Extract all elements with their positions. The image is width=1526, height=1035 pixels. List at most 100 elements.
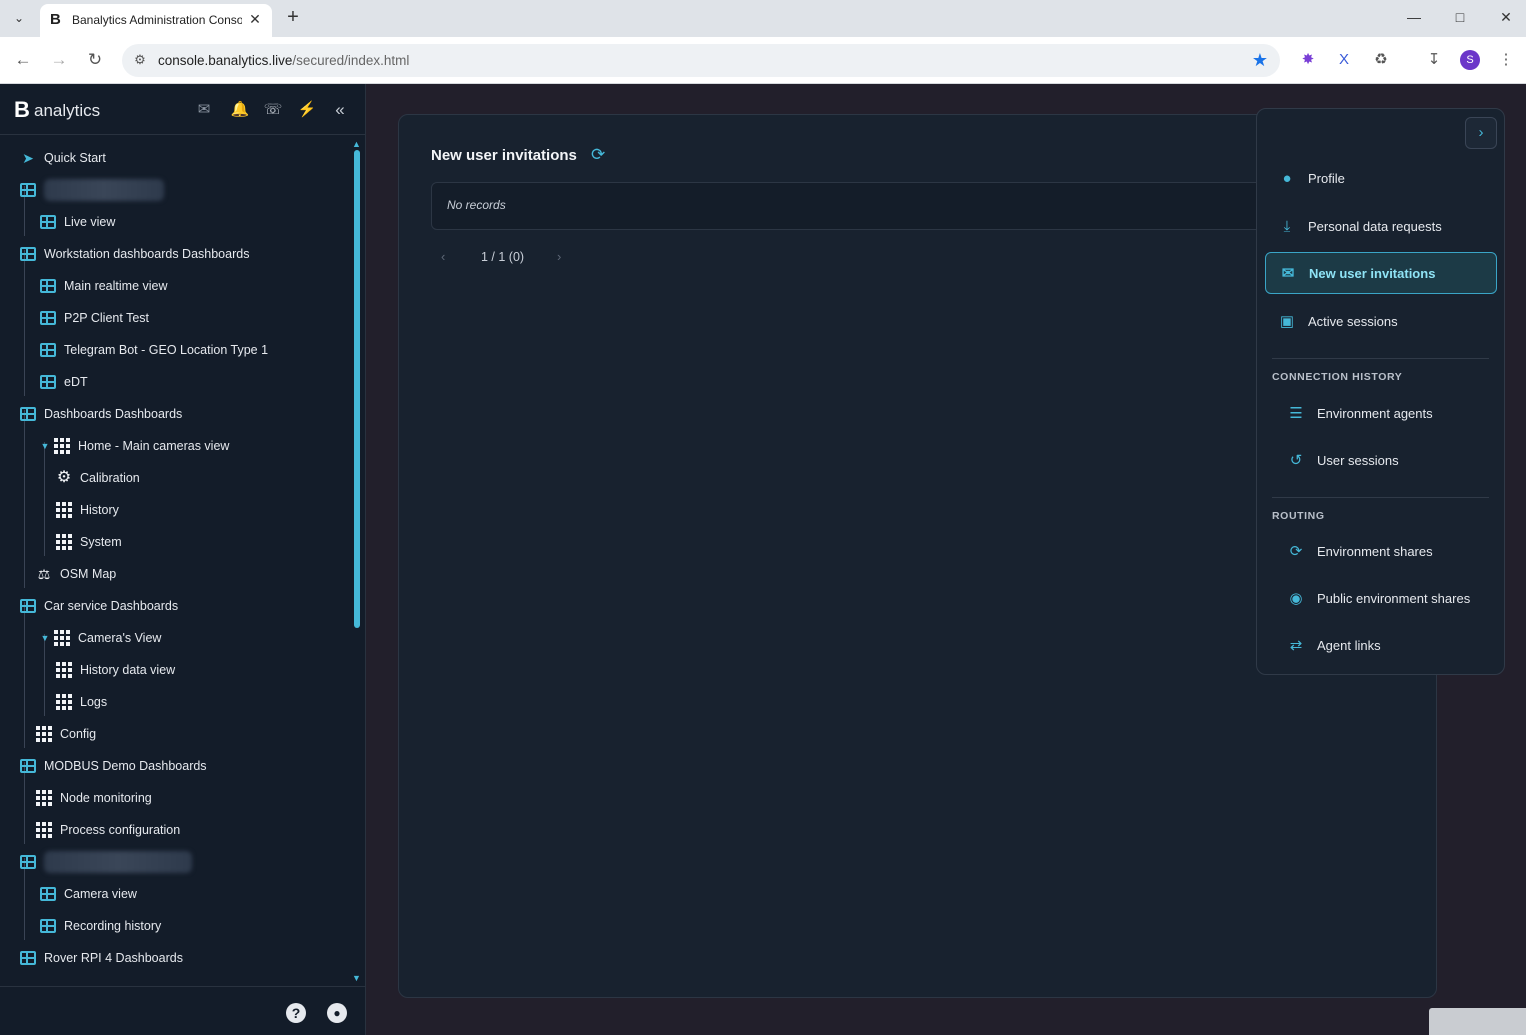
tree-item-home-main-cameras[interactable]: ▼ Home - Main cameras view [40,432,229,460]
scroll-down-arrow-icon[interactable]: ▼ [352,973,361,983]
table-icon [40,343,56,357]
tree-item-cameras-view[interactable]: ▼ Camera's View [40,624,161,652]
menu-item-public-environment-shares[interactable]: ◉ Public environment shares [1265,577,1497,619]
minimize-window-icon[interactable]: — [1398,4,1430,30]
table-icon [40,215,56,229]
address-bar[interactable]: ⚙ console.banalytics.live/secured/index.… [122,44,1280,77]
user-account-icon[interactable]: ● [327,1003,347,1023]
grid-icon [54,630,70,646]
tree-item-camera-view[interactable]: Camera view [40,880,137,908]
tree-guide [24,410,25,588]
extension-x-icon[interactable]: Χ [1332,48,1356,72]
tree-item-osm-map[interactable]: ⚖ OSM Map [36,560,117,588]
browser-tab[interactable]: B Banalytics Administration Conso ✕ [40,4,272,37]
extension-gear-icon[interactable]: ✸ [1296,48,1320,72]
table-icon [20,183,36,197]
tree-item-p2p-client-test[interactable]: P2P Client Test [40,304,149,332]
scroll-up-arrow-icon[interactable]: ▲ [352,139,361,149]
map-icon: ⚖ [37,566,51,582]
address-url: console.banalytics.live/secured/index.ht… [158,53,410,68]
tree-item-main-realtime-view[interactable]: Main realtime view [40,272,168,300]
tree-item-quick-start[interactable]: ➤ Quick Start [20,144,106,172]
tree-item-calibration[interactable]: ⚙ Calibration [56,464,140,492]
help-icon[interactable]: ? [286,1003,306,1023]
menu-item-label: Agent links [1317,637,1381,653]
tree-item-label: Process configuration [60,823,181,837]
maximize-window-icon[interactable]: □ [1444,4,1476,30]
tree-item-node-monitoring[interactable]: Node monitoring [36,784,152,812]
tree-item-edt[interactable]: eDT [40,368,88,396]
tab-close-icon[interactable]: ✕ [246,10,264,28]
profile-avatar[interactable]: S [1460,50,1480,70]
collapse-double-chevron-icon[interactable]: « [330,100,350,120]
tree-item-config[interactable]: Config [36,720,96,748]
grid-icon [36,726,52,742]
close-window-icon[interactable]: ✕ [1490,4,1522,30]
tree-item-system[interactable]: System [56,528,122,556]
tree-item-workstation-dashboards[interactable]: Workstation dashboards Dashboards [20,240,249,268]
grid-icon [56,694,72,710]
tree-item-hidden-group-1[interactable] [20,176,164,204]
tree-item-process-configuration[interactable]: Process configuration [36,816,180,844]
next-page-chevron-icon[interactable]: › [557,249,561,264]
tree-item-label: Config [60,727,97,741]
tree-item-label: Calibration [80,471,140,485]
tree-item-history-data-view[interactable]: History data view [56,656,175,684]
extensions-puzzle-icon[interactable]: ♻ [1369,48,1393,72]
bookmark-star-icon[interactable]: ★ [1252,50,1268,70]
browser-toolbar: ← → ↻ ⚙ console.banalytics.live/secured/… [0,37,1526,84]
menu-item-profile[interactable]: ● Profile [1265,157,1497,199]
redacted-label [44,851,192,873]
tree-item-dashboards-dashboards[interactable]: Dashboards Dashboards [20,400,182,428]
tree-item-label: Workstation dashboards Dashboards [44,247,250,261]
menu-item-active-sessions[interactable]: ▣ Active sessions [1265,300,1497,342]
forward-arrow-icon[interactable]: → [47,48,71,72]
mail-icon[interactable]: ✉ [194,100,214,120]
tab-search-chevron-icon[interactable]: ⌄ [8,8,30,28]
grid-icon [56,662,72,678]
reload-icon[interactable]: ↻ [83,48,107,72]
corner-widget [1429,1008,1526,1035]
bell-icon[interactable]: 🔔 [230,100,250,120]
sidebar-scrollbar[interactable] [354,150,360,628]
tree-item-hidden-group-2[interactable] [20,848,192,876]
tree-item-recording-history[interactable]: Recording history [40,912,161,940]
tree-item-label: Main realtime view [64,279,168,293]
tree-item-label: Recording history [64,919,162,933]
menu-item-user-sessions[interactable]: ↺ User sessions [1265,439,1497,481]
caret-down-icon[interactable]: ▼ [40,633,50,643]
server-icon: ☰ [1289,405,1303,422]
menu-divider [1272,497,1489,498]
tree-item-logs[interactable]: Logs [56,688,107,716]
menu-item-environment-agents[interactable]: ☰ Environment agents [1265,392,1497,434]
menu-item-environment-shares[interactable]: ⟳ Environment shares [1265,530,1497,572]
plug-icon[interactable]: ⚡ [297,100,317,120]
back-arrow-icon[interactable]: ← [11,48,35,72]
tree-item-history[interactable]: History [56,496,119,524]
tree-item-label: Rover RPI 4 Dashboards [44,951,183,965]
tree-guide [24,602,25,748]
tree-item-modbus-demo[interactable]: MODBUS Demo Dashboards [20,752,207,780]
caret-down-icon[interactable]: ▼ [40,441,50,451]
phone-hangup-icon[interactable]: ☏ [263,100,283,120]
menu-item-new-user-invitations[interactable]: ✉ New user invitations [1265,252,1497,294]
tree-item-car-service[interactable]: Car service Dashboards [20,592,178,620]
new-tab-plus-icon[interactable]: + [282,6,304,28]
site-settings-icon[interactable]: ⚙ [132,52,148,68]
menu-collapse-chevron-icon[interactable]: › [1465,117,1497,149]
menu-item-agent-links[interactable]: ⇄ Agent links [1265,624,1497,666]
gear-icon: ⚙ [56,469,72,486]
tree-item-label: Quick Start [44,151,106,165]
previous-page-chevron-icon[interactable]: ‹ [441,249,445,264]
tree-item-telegram-bot[interactable]: Telegram Bot - GEO Location Type 1 [40,336,268,364]
table-icon [40,279,56,293]
tree-item-label: OSM Map [60,567,117,581]
menu-item-personal-data-requests[interactable]: ⤓ Personal data requests [1265,205,1497,247]
tree-item-live-view[interactable]: Live view [40,208,115,236]
refresh-icon[interactable]: ⟳ [591,146,605,164]
arrows-exchange-icon: ⇄ [1289,637,1303,654]
downloads-icon[interactable]: ↧ [1422,48,1446,72]
tree-item-rover-rpi4[interactable]: Rover RPI 4 Dashboards [20,944,183,972]
empty-records-text: No records [447,198,506,212]
browser-menu-icon[interactable]: ⋮ [1494,48,1518,72]
